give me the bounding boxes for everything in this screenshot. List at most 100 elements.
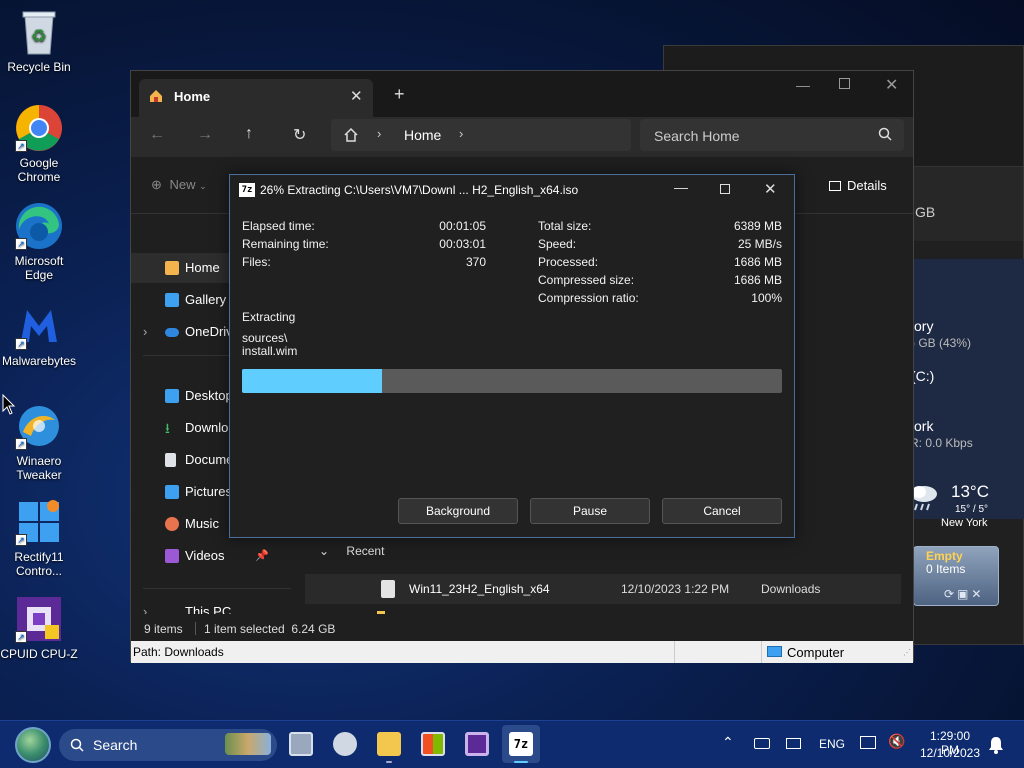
desktop-icon-recycle-bin[interactable]: ♻ Recycle Bin	[0, 8, 79, 74]
dialog-minimize-icon[interactable]: —	[674, 179, 688, 195]
details-button[interactable]: Details	[829, 178, 887, 193]
progress-bar	[242, 369, 782, 393]
address-field[interactable]: › Home ›	[331, 119, 631, 151]
taskbar-file-explorer[interactable]	[370, 725, 408, 763]
background-text-network-value: R: 0.0 Kbps	[910, 436, 973, 450]
up-arrow-icon[interactable]: ↑	[245, 125, 253, 143]
search-placeholder: Search Home	[654, 128, 740, 144]
rectify11-icon: ↗	[15, 498, 63, 546]
cancel-button[interactable]: Cancel	[662, 498, 782, 524]
home-icon	[165, 261, 179, 275]
elapsed-time-label: Elapsed time:	[242, 219, 315, 233]
recycle-gadget-count: 0 Items	[926, 562, 966, 576]
language-indicator[interactable]: ENG	[819, 737, 845, 751]
running-indicator	[514, 761, 528, 763]
home-icon	[148, 88, 164, 107]
taskbar-search[interactable]: Search	[59, 729, 277, 761]
chevron-down-icon: ⌄	[199, 181, 207, 191]
nav-item-this-pc[interactable]: › This PC	[131, 597, 291, 614]
weather-gadget[interactable]: 13°C 15° / 5° New York	[905, 478, 1015, 538]
clock-date[interactable]: 12/10/2023	[916, 746, 984, 760]
dialog-close-icon[interactable]: ✕	[764, 180, 777, 198]
winaero-tweaker-icon: ↗	[15, 402, 63, 450]
nav-item-videos[interactable]: Videos 📌	[131, 541, 291, 571]
background-text-memory: ory	[914, 318, 934, 334]
recycle-gadget-actions[interactable]: ⟳▣✕	[944, 587, 984, 601]
volume-muted-icon[interactable]: 🔇	[888, 733, 905, 750]
action-label: Extracting	[242, 310, 296, 324]
file-name: Win11_23H2_English_x64	[409, 582, 550, 596]
start-button[interactable]	[15, 727, 51, 763]
explorer-path-bar: Path: Downloads Computer ⋰	[131, 641, 913, 663]
tab-close-icon[interactable]: ✕	[350, 87, 363, 105]
pin-icon[interactable]: 📌	[255, 541, 269, 571]
address-home-icon	[343, 127, 359, 146]
taskbar-store[interactable]	[414, 725, 452, 763]
display-icon[interactable]	[786, 738, 801, 749]
network-icon[interactable]	[860, 736, 876, 749]
details-label: Details	[847, 178, 887, 193]
keyboard-icon[interactable]	[754, 738, 770, 749]
search-icon	[70, 738, 84, 755]
chevron-right-icon: ›	[377, 126, 382, 141]
desktop-icon-chrome[interactable]: ↗ Google Chrome	[0, 104, 79, 184]
new-button[interactable]: ⊕ New ⌄	[151, 177, 207, 193]
shortcut-arrow-icon: ↗	[15, 238, 27, 250]
dialog-maximize-icon[interactable]	[720, 184, 730, 194]
back-arrow-icon[interactable]: ←	[149, 126, 165, 144]
path-divider	[674, 641, 675, 663]
running-indicator	[386, 761, 392, 763]
desktop-icon-cpuz[interactable]: ↗ CPUID CPU-Z	[0, 595, 79, 661]
cpu-z-icon: ↗	[15, 595, 63, 643]
files-label: Files:	[242, 255, 271, 269]
pause-button[interactable]: Pause	[530, 498, 650, 524]
taskbar-weather[interactable]	[326, 725, 364, 763]
taskbar-task-view[interactable]	[282, 725, 320, 763]
gallery-icon	[165, 293, 179, 307]
shortcut-arrow-icon: ↗	[15, 338, 27, 350]
background-button[interactable]: Background	[398, 498, 518, 524]
desktop-icon-rectify11[interactable]: ↗ Rectify11 Contro...	[0, 498, 79, 578]
chevron-up-icon[interactable]: ⌃	[722, 734, 734, 751]
file-explorer-icon	[377, 732, 401, 756]
computer-icon	[767, 646, 782, 657]
taskbar-7zip[interactable]: 7z	[502, 725, 540, 763]
minimize-icon[interactable]: —	[796, 77, 810, 93]
weather-range: 15° / 5°	[955, 504, 989, 515]
chevron-right-icon[interactable]: ›	[143, 597, 147, 614]
search-field[interactable]: Search Home	[640, 119, 904, 151]
new-label: New	[169, 177, 196, 192]
background-text-gb: GB	[915, 204, 936, 220]
chevron-right-icon[interactable]: ›	[143, 317, 147, 347]
iso-file-icon	[381, 580, 395, 598]
recycle-bin-gadget[interactable]: Empty 0 Items ⟳▣✕	[913, 546, 999, 606]
music-icon	[165, 517, 179, 531]
chevron-right-icon[interactable]: ›	[459, 126, 463, 141]
maximize-icon[interactable]	[839, 78, 850, 89]
recent-header[interactable]: ⌄ Recent	[319, 544, 384, 558]
microsoft-store-icon	[421, 732, 445, 756]
explorer-tab-bar: Home ✕ + — ✕	[131, 71, 913, 117]
address-location[interactable]: Home	[404, 127, 441, 143]
taskbar-cpuz[interactable]	[458, 725, 496, 763]
notification-bell-icon[interactable]	[988, 736, 1004, 757]
refresh-icon[interactable]: ↻	[293, 125, 306, 145]
resize-grip-icon[interactable]: ⋰	[903, 648, 911, 657]
background-text-network: ork	[914, 418, 934, 434]
desktop-icon-malwarebytes[interactable]: ↗ Malwarebytes	[0, 302, 79, 368]
remaining-time-label: Remaining time:	[242, 237, 329, 251]
7zip-icon: 7z	[509, 732, 533, 756]
search-highlight-icon	[225, 733, 271, 755]
desktop-icon-edge[interactable]: ↗ Microsoft Edge	[0, 202, 79, 282]
recent-label: Recent	[346, 544, 385, 558]
file-row[interactable]: Win11_23H2_English_x64 12/10/2023 1:22 P…	[305, 574, 901, 604]
desktop-icon-label: Microsoft Edge	[14, 254, 64, 282]
pictures-icon	[165, 485, 179, 499]
explorer-tab-home[interactable]: Home ✕	[139, 79, 373, 117]
desktop-icon-label: Malwarebytes	[1, 354, 77, 368]
new-tab-icon[interactable]: +	[394, 84, 405, 105]
taskbar-search-label: Search	[93, 737, 138, 753]
close-icon[interactable]: ✕	[885, 75, 898, 95]
nav-item-label: This PC	[185, 604, 232, 614]
forward-arrow-icon[interactable]: →	[197, 126, 213, 144]
